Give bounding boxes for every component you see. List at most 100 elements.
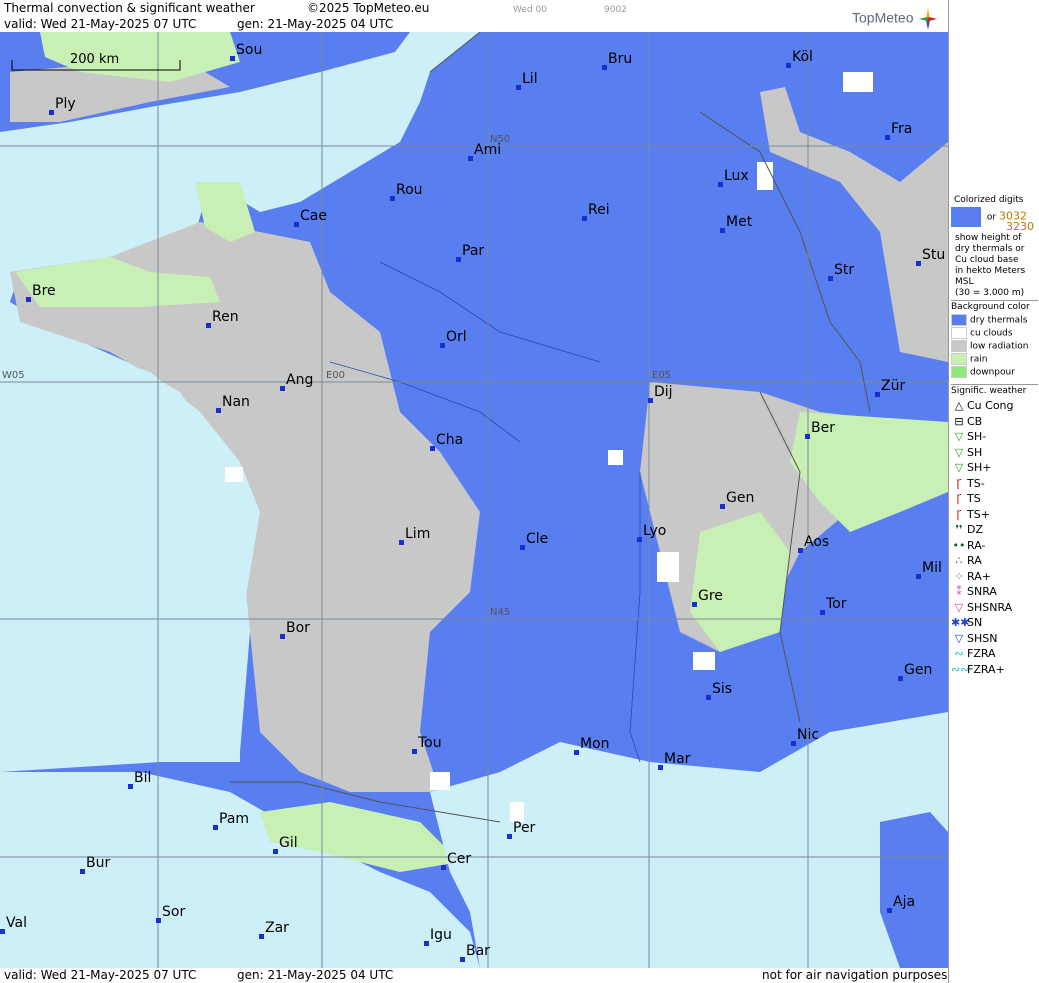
- weather-legend-label: Cu Cong: [967, 399, 1014, 412]
- city-label: Fra: [885, 121, 912, 140]
- city-label: Dij: [648, 384, 673, 403]
- city-marker-icon: [49, 110, 54, 115]
- city-label: Lim: [399, 526, 430, 545]
- weather-legend-item: Ꞅ TS+: [951, 507, 1038, 523]
- city-marker-icon: [648, 398, 653, 403]
- weather-legend-item: ❜❜ DZ: [951, 522, 1038, 538]
- city-marker-icon: [441, 865, 446, 870]
- city-label: Cer: [441, 851, 471, 870]
- colorized-description: show height of dry thermals or Cu cloud ba…: [951, 233, 1038, 299]
- footer-gen: gen: 21-May-2025 04 UTC: [237, 968, 394, 982]
- weather-legend-item: •• RA-: [951, 538, 1038, 554]
- city-marker-icon: [424, 941, 429, 946]
- copyright: ©2025 TopMeteo.eu: [307, 1, 430, 15]
- compass-star-icon: [919, 8, 938, 30]
- description-line: dry thermals or: [955, 244, 1025, 254]
- background-legend-item: cu clouds: [951, 327, 1038, 340]
- weather-legend-item: ▽ SHSN: [951, 631, 1038, 647]
- shower-heavy-icon: ▽: [954, 461, 964, 474]
- city-label: Bor: [280, 620, 310, 639]
- city-label: Orl: [440, 329, 467, 348]
- city-marker-icon: [259, 934, 264, 939]
- alps-rain-south: [690, 512, 790, 652]
- weather-legend-label: TS-: [967, 476, 985, 490]
- weather-legend-item: ▽ SH: [951, 445, 1038, 461]
- background-legend-label: downpour: [970, 367, 1015, 378]
- weather-legend-item: ▽ SH+: [951, 460, 1038, 476]
- weather-legend-item: ▽ SH-: [951, 429, 1038, 445]
- city-label: Per: [507, 820, 535, 839]
- snow-rain-shower-icon: ▽: [954, 600, 964, 614]
- city-label: Stu: [916, 247, 945, 266]
- brand-name: TopMeteo: [852, 9, 914, 26]
- color-swatch-icon: [951, 340, 967, 352]
- cu-cloud-patch: [757, 162, 773, 190]
- colorized-digits-block: Colorized digits or 3032 3230 show heigh…: [951, 194, 1038, 299]
- city-marker-icon: [791, 741, 796, 746]
- background-legend-item: low radiation: [951, 340, 1038, 353]
- city-label: Tor: [820, 596, 847, 615]
- city-label: Ang: [280, 372, 313, 391]
- freezing-rain-heavy-icon: ∾∾: [951, 662, 970, 676]
- city-label: Nic: [791, 727, 819, 746]
- city-label: Mon: [574, 736, 610, 755]
- header-small-2: 9002: [604, 5, 627, 15]
- city-marker-icon: [658, 765, 663, 770]
- city-label: Sor: [156, 904, 185, 923]
- city-marker-icon: [128, 784, 133, 789]
- significant-weather-block: Signific. weather △ Cu Cong ⊟ CB ▽ SH- ▽ SH ▽ SH+…: [951, 384, 1038, 677]
- shower-icon: ▽: [954, 445, 964, 459]
- city-label: Gil: [273, 835, 298, 854]
- city-marker-icon: [875, 392, 880, 397]
- thunderstorm-heavy-icon: Ꞅ: [956, 507, 962, 521]
- city-marker-icon: [216, 408, 221, 413]
- weather-legend-label: SH: [967, 445, 983, 459]
- city-marker-icon: [294, 222, 299, 227]
- weather-legend-item: ∾ FZRA: [951, 646, 1038, 662]
- city-label: Igu: [424, 927, 452, 946]
- weather-legend-item: ▽ SHSNRA: [951, 600, 1038, 616]
- city-marker-icon: [898, 676, 903, 681]
- city-marker-icon: [26, 297, 31, 302]
- footer-valid: valid: Wed 21-May-2025 07 UTC: [4, 968, 197, 982]
- city-label: Gen: [898, 662, 932, 681]
- background-legend-label: cu clouds: [970, 328, 1013, 339]
- background-legend-item: downpour: [951, 366, 1038, 379]
- background-color-block: Background color dry thermals cu clouds lo…: [951, 300, 1038, 379]
- description-line: Cu cloud base: [955, 255, 1019, 265]
- city-marker-icon: [399, 540, 404, 545]
- city-label: Sou: [230, 42, 262, 61]
- city-marker-icon: [718, 182, 723, 187]
- city-label: Bur: [80, 855, 110, 874]
- cu-cloud-patch: [657, 552, 679, 582]
- background-legend-label: rain: [970, 354, 988, 365]
- city-marker-icon: [602, 65, 607, 70]
- city-marker-icon: [80, 869, 85, 874]
- weather-legend-label: TS+: [967, 507, 990, 521]
- city-marker-icon: [786, 63, 791, 68]
- city-marker-icon: [280, 634, 285, 639]
- valid-time: valid: Wed 21-May-2025 07 UTC: [4, 17, 197, 31]
- color-swatch-icon: [951, 314, 967, 326]
- weather-map[interactable]: 200 km N50 N45 W05 E00 E05 Sou Ply Lil Bru K…: [0, 32, 948, 968]
- city-marker-icon: [213, 825, 218, 830]
- shower-light-icon: ▽: [954, 430, 964, 443]
- cu-cloud-patch: [430, 772, 450, 790]
- weather-legend-label: SNRA: [967, 585, 997, 598]
- city-label: Cle: [520, 531, 548, 550]
- city-marker-icon: [390, 196, 395, 201]
- brand-logo[interactable]: TopMeteo: [852, 8, 938, 30]
- city-marker-icon: [156, 918, 161, 923]
- city-marker-icon: [706, 695, 711, 700]
- rain-icon: ∴: [955, 554, 963, 567]
- city-label: Mar: [658, 751, 690, 770]
- city-label: Ber: [805, 420, 835, 439]
- weather-legend-item: ⊟ CB: [951, 414, 1038, 430]
- city-marker-icon: [720, 228, 725, 233]
- city-marker-icon: [412, 749, 417, 754]
- city-label: Met: [720, 214, 752, 233]
- city-label: Bil: [128, 770, 151, 789]
- city-label: Bar: [460, 943, 490, 962]
- city-label: Sis: [706, 681, 732, 700]
- city-label: Aos: [798, 534, 829, 553]
